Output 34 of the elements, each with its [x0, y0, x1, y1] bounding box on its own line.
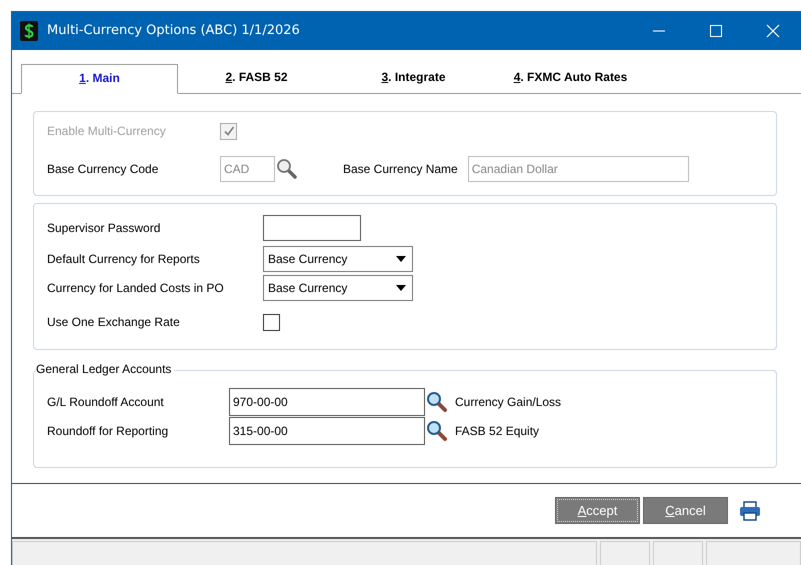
tab[interactable]: 2. FASB 52	[178, 64, 335, 93]
dropdown[interactable]: Base Currency	[263, 246, 413, 272]
field-label: Supervisor Password	[47, 221, 162, 235]
search-icon[interactable]	[276, 158, 298, 180]
button[interactable]: Accept	[555, 497, 640, 524]
field-label: G/L Roundoff Account	[47, 395, 165, 409]
printer-icon[interactable]	[739, 500, 761, 520]
input-field[interactable]: 315-00-00	[229, 417, 425, 445]
input-field[interactable]	[263, 215, 361, 241]
account-description: Currency Gain/Loss	[455, 395, 562, 409]
field-label: Currency for Landed Costs in PO	[47, 281, 225, 295]
search-icon[interactable]	[426, 420, 448, 442]
dropdown[interactable]: Base Currency	[263, 275, 413, 301]
field-label: Enable Multi-Currency	[47, 124, 167, 138]
field-label: Use One Exchange Rate	[47, 315, 181, 329]
field-label: Roundoff for Reporting	[47, 424, 170, 438]
caret-icon	[396, 256, 406, 262]
field-label: Default Currency for Reports	[47, 252, 201, 266]
input-field[interactable]: 970-00-00	[229, 388, 425, 416]
field-label: Base Currency Name	[343, 162, 458, 176]
tab[interactable]: 1. Main	[21, 64, 178, 94]
input-field[interactable]: CAD	[220, 156, 275, 182]
field-label: Base Currency Code	[47, 162, 160, 176]
button[interactable]: Cancel	[643, 497, 728, 524]
window-title: Multi-Currency Options (ABC) 1/1/2026	[47, 23, 300, 38]
checkbox[interactable]	[263, 314, 280, 330]
group-title: General Ledger Accounts	[36, 362, 174, 376]
search-icon[interactable]	[426, 391, 448, 413]
tab[interactable]: 3. Integrate	[335, 64, 492, 93]
input-field[interactable]: Canadian Dollar	[468, 156, 689, 182]
account-description: FASB 52 Equity	[455, 424, 540, 438]
tab[interactable]: 4. FXMC Auto Rates	[492, 64, 649, 93]
caret-icon	[396, 285, 406, 291]
app-logo-icon	[20, 20, 38, 40]
